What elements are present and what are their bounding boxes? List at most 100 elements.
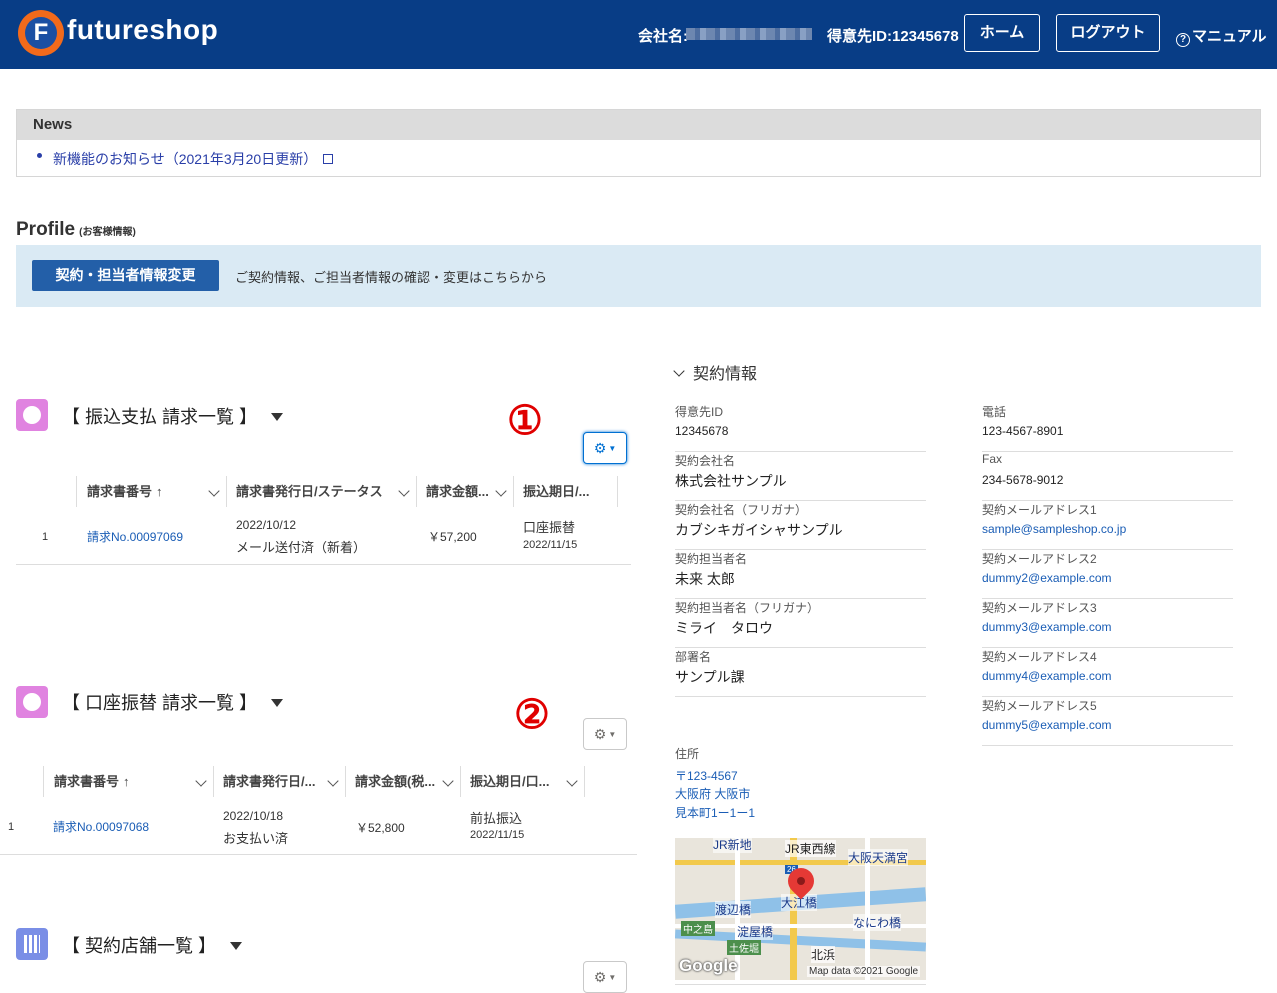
- field-phone: 電話 123-4567-8901: [982, 403, 1233, 452]
- field-label: 部署名: [675, 650, 712, 664]
- column-header-invoice-no[interactable]: 請求書番号 ↑: [77, 476, 227, 507]
- field-contact-name-kana: 契約担当者名（フリガナ） ミライ タロウ: [675, 599, 926, 648]
- map-label: なにわ橋: [853, 914, 902, 931]
- company-name-redacted: [686, 28, 812, 40]
- payment-method: 口座振替: [523, 520, 576, 535]
- field-value: 234-5678-9012: [982, 473, 1064, 487]
- field-customer-id: 得意先ID 12345678: [675, 403, 926, 452]
- field-label: 契約メールアドレス5: [982, 699, 1097, 713]
- logout-button[interactable]: ログアウト: [1056, 14, 1160, 52]
- email-link[interactable]: dummy3@example.com: [982, 620, 1112, 634]
- debit-invoice-title[interactable]: 【 口座振替 請求一覧 】: [62, 689, 284, 715]
- column-header-issue-date[interactable]: 請求書発行日/ステータス: [227, 476, 417, 507]
- column-header-due-date[interactable]: 振込期日/口...: [461, 766, 585, 797]
- list-settings-button-2[interactable]: ⚙ ▼: [583, 718, 627, 750]
- email-link[interactable]: dummy4@example.com: [982, 669, 1112, 683]
- map-label: 中之島: [681, 921, 715, 936]
- home-button[interactable]: ホーム: [964, 14, 1040, 52]
- map-label: 大阪天満宮: [848, 849, 909, 866]
- field-label: 得意先ID: [675, 405, 724, 419]
- list-settings-button-3[interactable]: ⚙ ▼: [583, 961, 627, 993]
- manual-link[interactable]: ? マニュアル: [1176, 25, 1267, 47]
- field-label: Fax: [982, 452, 1003, 466]
- field-email-3: 契約メールアドレス3 dummy3@example.com: [982, 599, 1233, 648]
- field-value: サンプル課: [675, 669, 745, 685]
- email-link[interactable]: dummy5@example.com: [982, 718, 1112, 732]
- logo-text[interactable]: futureshop: [67, 14, 218, 46]
- column-header-due-date[interactable]: 振込期日/...: [514, 476, 618, 507]
- field-label: 契約メールアドレス1: [982, 503, 1097, 517]
- map-label: JR東西線: [785, 840, 836, 857]
- invoice-number-link[interactable]: 請求No.00097068: [53, 818, 149, 835]
- invoice-amount: ￥52,800: [356, 821, 405, 835]
- column-header-amount[interactable]: 請求金額...: [417, 476, 514, 507]
- issue-date: 2022/10/18: [223, 809, 284, 823]
- profile-bar: 契約・担当者情報変更 ご契約情報、ご担当者情報の確認・変更はこちらから: [16, 245, 1261, 307]
- table-row: 1 請求No.00097068 2022/10/18 お支払い済 ￥52,800…: [0, 799, 637, 855]
- address-city[interactable]: 大阪府 大阪市: [675, 785, 750, 802]
- dropdown-triangle-icon[interactable]: [271, 413, 284, 421]
- dropdown-triangle-icon[interactable]: [230, 942, 243, 950]
- field-value: 12345678: [675, 424, 729, 438]
- transfer-invoice-title[interactable]: 【 振込支払 請求一覧 】: [62, 403, 284, 429]
- sort-arrow-up-icon: ↑: [123, 774, 130, 789]
- chevron-down-icon[interactable]: [327, 775, 339, 787]
- futureshop-logo-icon[interactable]: F: [18, 10, 64, 56]
- address-label: 住所: [675, 747, 700, 761]
- chevron-down-icon[interactable]: [195, 775, 207, 787]
- field-value: ミライ タロウ: [675, 620, 773, 636]
- chevron-down-icon[interactable]: [442, 775, 454, 787]
- annotation-number-1: ①: [507, 397, 543, 444]
- column-header-invoice-no[interactable]: 請求書番号 ↑: [44, 766, 214, 797]
- column-label: 請求金額(税...: [355, 774, 436, 789]
- invoice-status: メール送付済（新着）: [236, 540, 367, 555]
- map-label: 渡辺橋: [715, 901, 752, 918]
- address-map[interactable]: JR新地 JR東西線 大阪天満宮 26 渡辺橋 大江橋 なにわ橋 中之島 淀屋橋…: [675, 838, 926, 980]
- invoice-status: お支払い済: [223, 831, 289, 846]
- dropdown-triangle-icon[interactable]: [271, 699, 284, 707]
- transfer-invoice-table: 請求書番号 ↑ 請求書発行日/ステータス 請求金額... 振込期日/... 1 請…: [16, 476, 631, 566]
- invoice-number-link[interactable]: 請求No.00097069: [87, 528, 183, 545]
- row-number-header: [0, 766, 44, 797]
- due-date: 2022/11/15: [470, 829, 525, 841]
- store-list-icon: [16, 928, 48, 960]
- email-link[interactable]: dummy2@example.com: [982, 571, 1112, 585]
- field-email-5: 契約メールアドレス5 dummy5@example.com: [982, 697, 1233, 746]
- email-link[interactable]: sample@sampleshop.co.jp: [982, 522, 1126, 536]
- chevron-down-icon[interactable]: [398, 485, 410, 497]
- column-header-issue-date[interactable]: 請求書発行日/...: [214, 766, 346, 797]
- map-pin-dot: [797, 877, 805, 885]
- google-logo[interactable]: Google: [679, 956, 738, 976]
- column-header-amount[interactable]: 請求金額(税...: [346, 766, 461, 797]
- caret-down-icon: ▼: [608, 730, 617, 739]
- address-postal[interactable]: 〒123-4567: [675, 767, 738, 784]
- column-label: 振込期日/口...: [470, 774, 550, 789]
- profile-description: ご契約情報、ご担当者情報の確認・変更はこちらから: [235, 270, 548, 285]
- store-list-title[interactable]: 【 契約店舗一覧 】: [62, 932, 243, 958]
- news-panel: News 新機能のお知らせ（2021年3月20日更新）: [16, 109, 1261, 177]
- address-street[interactable]: 見本町1ー1ー1: [675, 804, 755, 821]
- divider: [675, 984, 926, 985]
- field-label: 契約会社名（フリガナ）: [675, 503, 808, 517]
- row-index: 1: [8, 821, 15, 833]
- field-email-4: 契約メールアドレス4 dummy4@example.com: [982, 648, 1233, 697]
- issue-date: 2022/10/12: [236, 518, 297, 532]
- chevron-down-icon[interactable]: [208, 485, 220, 497]
- field-label: 契約担当者名（フリガナ）: [675, 601, 820, 615]
- contract-info-toggle[interactable]: 契約情報: [673, 360, 758, 384]
- customer-id: 得意先ID:12345678: [827, 28, 959, 45]
- news-item-link[interactable]: 新機能のお知らせ（2021年3月20日更新）: [53, 149, 334, 169]
- building-icon: [24, 935, 40, 953]
- map-label: 土佐堀: [727, 940, 761, 955]
- chevron-down-icon[interactable]: [495, 485, 507, 497]
- field-department: 部署名 サンプル課: [675, 648, 926, 697]
- profile-title: Profile (お客様情報): [16, 219, 136, 241]
- column-label: 請求金額...: [426, 484, 489, 499]
- chevron-down-icon[interactable]: [566, 775, 578, 787]
- list-settings-button-1[interactable]: ⚙ ▼: [583, 432, 627, 464]
- contract-change-button[interactable]: 契約・担当者情報変更: [32, 260, 219, 291]
- debit-invoice-title-text: 【 口座振替 請求一覧 】: [62, 693, 258, 713]
- field-label: 契約メールアドレス4: [982, 650, 1097, 664]
- contract-info-heading: 契約情報: [693, 366, 758, 383]
- field-email-1: 契約メールアドレス1 sample@sampleshop.co.jp: [982, 501, 1233, 550]
